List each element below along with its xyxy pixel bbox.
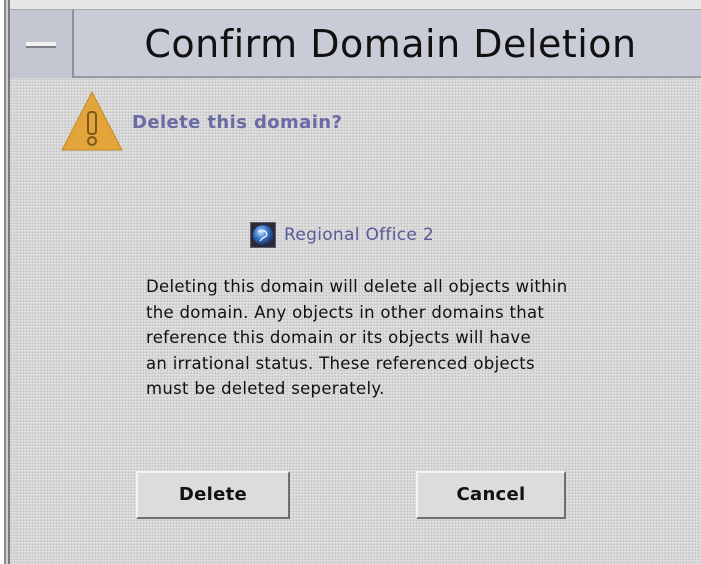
titlebar-top-strip xyxy=(10,0,701,10)
dialog-body: Delete this domain? Regional Office 2 De… xyxy=(10,78,701,564)
warning-icon xyxy=(61,90,123,151)
cancel-button[interactable]: Cancel xyxy=(416,471,566,519)
message-line: an irrational status. These referenced o… xyxy=(146,353,535,373)
domain-name-label: Regional Office 2 xyxy=(284,225,434,245)
window-title: Confirm Domain Deletion xyxy=(144,22,637,66)
delete-button[interactable]: Delete xyxy=(136,471,290,519)
message-line: the domain. Any objects in other domains… xyxy=(146,302,545,322)
domain-row: Regional Office 2 xyxy=(250,222,434,248)
warning-message: Deleting this domain will delete all obj… xyxy=(146,274,696,402)
message-line: reference this domain or its objects wil… xyxy=(146,328,531,347)
confirm-question: Delete this domain? xyxy=(132,112,343,133)
confirm-domain-deletion-window: Confirm Domain Deletion Delete this doma… xyxy=(0,0,701,564)
window-menu-button[interactable] xyxy=(10,10,74,78)
message-line: must be deleted seperately. xyxy=(146,379,385,398)
globe-icon xyxy=(250,222,276,248)
message-line: Deleting this domain will delete all obj… xyxy=(146,277,568,296)
window-menu-icon xyxy=(26,42,56,48)
